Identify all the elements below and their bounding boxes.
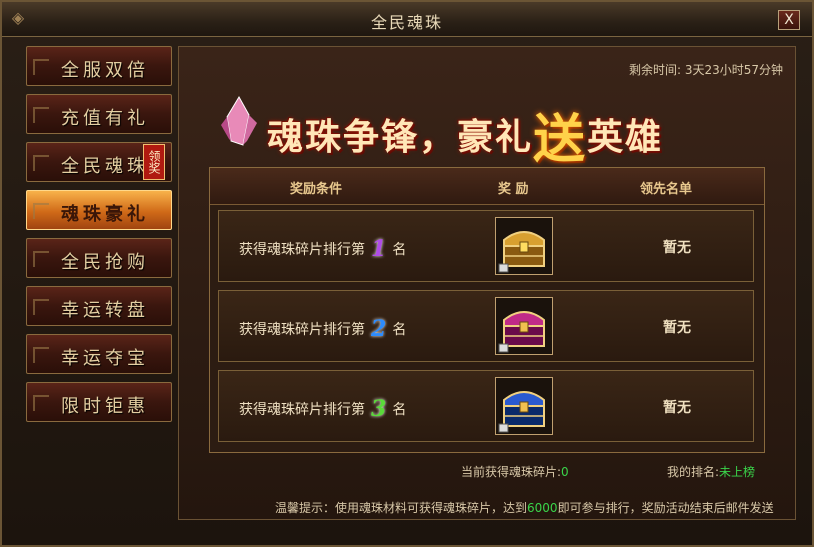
my-rank: 我的排名:未上榜 xyxy=(667,463,755,480)
activity-window: ◈ 全民魂珠 X 全服双倍 充值有礼 全民魂珠 领奖 魂珠豪礼 全民抢购 幸运转盘 幸运夺宝限… xyxy=(0,0,814,547)
window-title: 全民魂珠 xyxy=(370,13,443,32)
sidebar-item[interactable]: 幸运转盘 xyxy=(26,286,172,326)
sidebar-item-label: 幸运夺宝 xyxy=(61,348,149,369)
sidebar-item-label: 限时钜惠 xyxy=(61,396,149,417)
claim-reward-badge[interactable]: 领奖 xyxy=(143,144,165,180)
sidebar-item[interactable]: 充值有礼 xyxy=(26,94,172,134)
remaining-time-value: 3天23小时57分钟 xyxy=(684,63,783,77)
banner-text-1: 魂珠争锋，豪礼 xyxy=(267,116,534,158)
ornament-icon xyxy=(33,395,49,411)
hint-threshold: 6000 xyxy=(527,501,558,515)
my-rank-value: 未上榜 xyxy=(719,465,756,479)
sidebar-item-label: 魂珠豪礼 xyxy=(61,204,149,225)
banner-text-2: 英雄 xyxy=(587,116,664,158)
condition-text: 获得魂珠碎片排行第 xyxy=(239,242,365,258)
ornament-icon xyxy=(33,347,49,363)
reward-condition: 获得魂珠碎片排行第 2 名 xyxy=(239,316,406,342)
table-row: 获得魂珠碎片排行第 1 名 暂无 xyxy=(218,210,754,282)
condition-text: 获得魂珠碎片排行第 xyxy=(239,322,365,338)
hint-text: 温馨提示：使用魂珠材料可获得魂珠碎片，达到6000即可参与排行，奖励活动结束后邮… xyxy=(275,499,774,516)
condition-suffix: 名 xyxy=(392,322,407,338)
my-rank-label: 我的排名: xyxy=(667,465,720,479)
table-row: 获得魂珠碎片排行第 3 名 暂无 xyxy=(218,370,754,442)
sidebar-item-label: 充值有礼 xyxy=(61,108,149,129)
sidebar-item[interactable]: 限时钜惠 xyxy=(26,382,172,422)
header-condition: 奖励条件 xyxy=(290,182,343,197)
main-panel: 剩余时间: 3天23小时57分钟 魂珠争锋，豪礼送英雄 奖励条件 奖 励 领先名… xyxy=(178,46,796,520)
header-leader: 领先名单 xyxy=(640,182,693,197)
header-reward: 奖 励 xyxy=(498,182,529,197)
hint-prefix: 温馨提示：使用魂珠材料可获得魂珠碎片，达到 xyxy=(275,501,528,515)
condition-text: 获得魂珠碎片排行第 xyxy=(239,402,365,418)
ornament-icon xyxy=(33,203,49,219)
remaining-time-label: 剩余时间: xyxy=(628,63,681,77)
banner-text-send: 送 xyxy=(533,109,588,170)
title-bar: ◈ 全民魂珠 X xyxy=(2,2,812,37)
ornament-icon xyxy=(33,299,49,315)
sidebar-item[interactable]: 全民魂珠 领奖 xyxy=(26,142,172,182)
rank-number: 2 xyxy=(371,316,387,342)
sidebar-item-label: 全民抢购 xyxy=(61,252,149,273)
fragment-progress-value: 0 xyxy=(561,465,569,479)
purple-chest-icon[interactable] xyxy=(495,297,553,355)
reward-condition: 获得魂珠碎片排行第 1 名 xyxy=(239,236,406,262)
sidebar: 全服双倍充值有礼全民魂珠 领奖魂珠豪礼全民抢购幸运转盘幸运夺宝限时钜惠 xyxy=(26,46,176,446)
table-header: 奖励条件 奖 励 领先名单 xyxy=(210,168,764,205)
sidebar-item-label: 全服双倍 xyxy=(61,60,149,81)
sidebar-item-label: 全民魂珠 xyxy=(61,156,149,177)
reward-condition: 获得魂珠碎片排行第 3 名 xyxy=(239,396,406,422)
remaining-time: 剩余时间: 3天23小时57分钟 xyxy=(629,61,783,78)
condition-suffix: 名 xyxy=(392,242,407,258)
leader-name: 暂无 xyxy=(663,400,691,416)
close-button[interactable]: X xyxy=(778,10,800,30)
sidebar-item[interactable]: 魂珠豪礼 xyxy=(26,190,172,230)
gold-chest-icon[interactable] xyxy=(495,217,553,275)
ornament-icon xyxy=(33,59,49,75)
table-row: 获得魂珠碎片排行第 2 名 暂无 xyxy=(218,290,754,362)
sidebar-item-label: 幸运转盘 xyxy=(61,300,149,321)
ornament-icon xyxy=(33,155,49,171)
banner-headline: 魂珠争锋，豪礼送英雄 xyxy=(267,89,664,170)
hint-suffix: 即可参与排行，奖励活动结束后邮件发送 xyxy=(557,501,774,515)
rank-number: 1 xyxy=(371,236,387,262)
leader-name: 暂无 xyxy=(663,240,691,256)
sidebar-item[interactable]: 全民抢购 xyxy=(26,238,172,278)
ornament-icon xyxy=(33,107,49,123)
ornament-icon xyxy=(33,251,49,267)
blue-chest-icon[interactable] xyxy=(495,377,553,435)
leader-name: 暂无 xyxy=(663,320,691,336)
crystal-icon xyxy=(221,96,257,146)
reward-table: 奖励条件 奖 励 领先名单 获得魂珠碎片排行第 1 名暂无 获得魂珠碎片排行第 2 名暂无… xyxy=(209,167,765,453)
fragment-progress-label: 当前获得魂珠碎片: xyxy=(461,465,562,479)
condition-suffix: 名 xyxy=(392,402,407,418)
rank-number: 3 xyxy=(371,396,387,422)
fragment-progress: 当前获得魂珠碎片:0 xyxy=(461,463,569,480)
event-banner: 魂珠争锋，豪礼送英雄 xyxy=(205,83,765,170)
sidebar-item[interactable]: 全服双倍 xyxy=(26,46,172,86)
sidebar-item[interactable]: 幸运夺宝 xyxy=(26,334,172,374)
